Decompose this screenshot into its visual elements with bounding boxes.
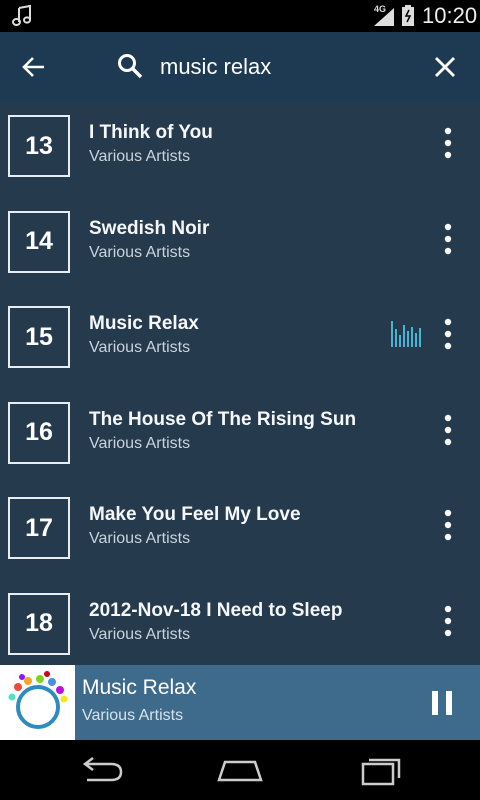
track-artist: Various Artists xyxy=(89,530,191,547)
track-title: I Think of You xyxy=(89,122,213,143)
back-arrow-icon[interactable] xyxy=(20,53,48,81)
pause-icon[interactable] xyxy=(430,690,454,716)
now-playing-equalizer-icon xyxy=(391,321,421,347)
close-icon[interactable] xyxy=(432,54,458,80)
now-playing-title: Music Relax xyxy=(82,676,197,699)
battery-icon xyxy=(402,5,414,26)
track-number: 15 xyxy=(8,306,70,368)
track-title: Make You Feel My Love xyxy=(89,504,301,525)
more-options-icon[interactable] xyxy=(436,604,460,638)
track-title: Swedish Noir xyxy=(89,217,210,239)
system-nav-bar xyxy=(0,740,480,800)
track-artist: Various Artists xyxy=(89,434,191,452)
more-options-icon[interactable] xyxy=(436,317,460,351)
search-input[interactable] xyxy=(160,50,410,84)
more-options-icon[interactable] xyxy=(436,413,460,447)
track-title: 2012-Nov-18 I Need to Sleep xyxy=(89,599,343,621)
track-row[interactable]: 14 Swedish Noir Various Artists xyxy=(0,204,480,300)
clock: 10:20 xyxy=(422,3,478,28)
track-number: 16 xyxy=(8,401,70,464)
track-row[interactable]: 13 I Think of You Various Artists xyxy=(0,108,480,204)
now-playing-bar[interactable]: Music Relax Various Artists xyxy=(0,665,480,740)
track-title: Music Relax xyxy=(89,313,199,334)
track-row[interactable]: 16 The House Of The Rising Sun Various A… xyxy=(0,395,480,491)
recents-nav-icon[interactable] xyxy=(357,754,407,786)
track-artist: Various Artists xyxy=(89,625,191,643)
app-header xyxy=(0,32,480,102)
home-nav-icon[interactable] xyxy=(215,754,265,786)
track-number: 17 xyxy=(8,497,70,559)
track-artist: Various Artists xyxy=(89,243,191,261)
now-playing-artist: Various Artists xyxy=(82,707,184,724)
track-row[interactable]: 18 2012-Nov-18 I Need to Sleep Various A… xyxy=(0,586,480,666)
track-row[interactable]: 17 Make You Feel My Love Various Artists xyxy=(0,490,480,586)
status-bar: 4G 10:20 xyxy=(0,0,480,32)
more-options-icon[interactable] xyxy=(436,126,460,160)
track-artist: Various Artists xyxy=(89,339,191,356)
track-row[interactable]: 15 Music Relax Various Artists xyxy=(0,299,480,395)
search-icon xyxy=(118,54,143,79)
track-list: 13 I Think of You Various Artists 14 Swe… xyxy=(0,102,480,665)
back-nav-icon[interactable] xyxy=(75,754,125,786)
track-title: The House Of The Rising Sun xyxy=(89,408,357,430)
track-number: 18 xyxy=(8,592,70,655)
more-options-icon[interactable] xyxy=(436,508,460,542)
music-note-icon xyxy=(12,4,31,26)
signal-icon xyxy=(374,8,394,26)
album-art xyxy=(0,665,75,740)
more-options-icon[interactable] xyxy=(436,222,460,256)
track-artist: Various Artists xyxy=(89,148,191,165)
track-number: 14 xyxy=(8,210,70,273)
track-number: 13 xyxy=(8,115,70,177)
